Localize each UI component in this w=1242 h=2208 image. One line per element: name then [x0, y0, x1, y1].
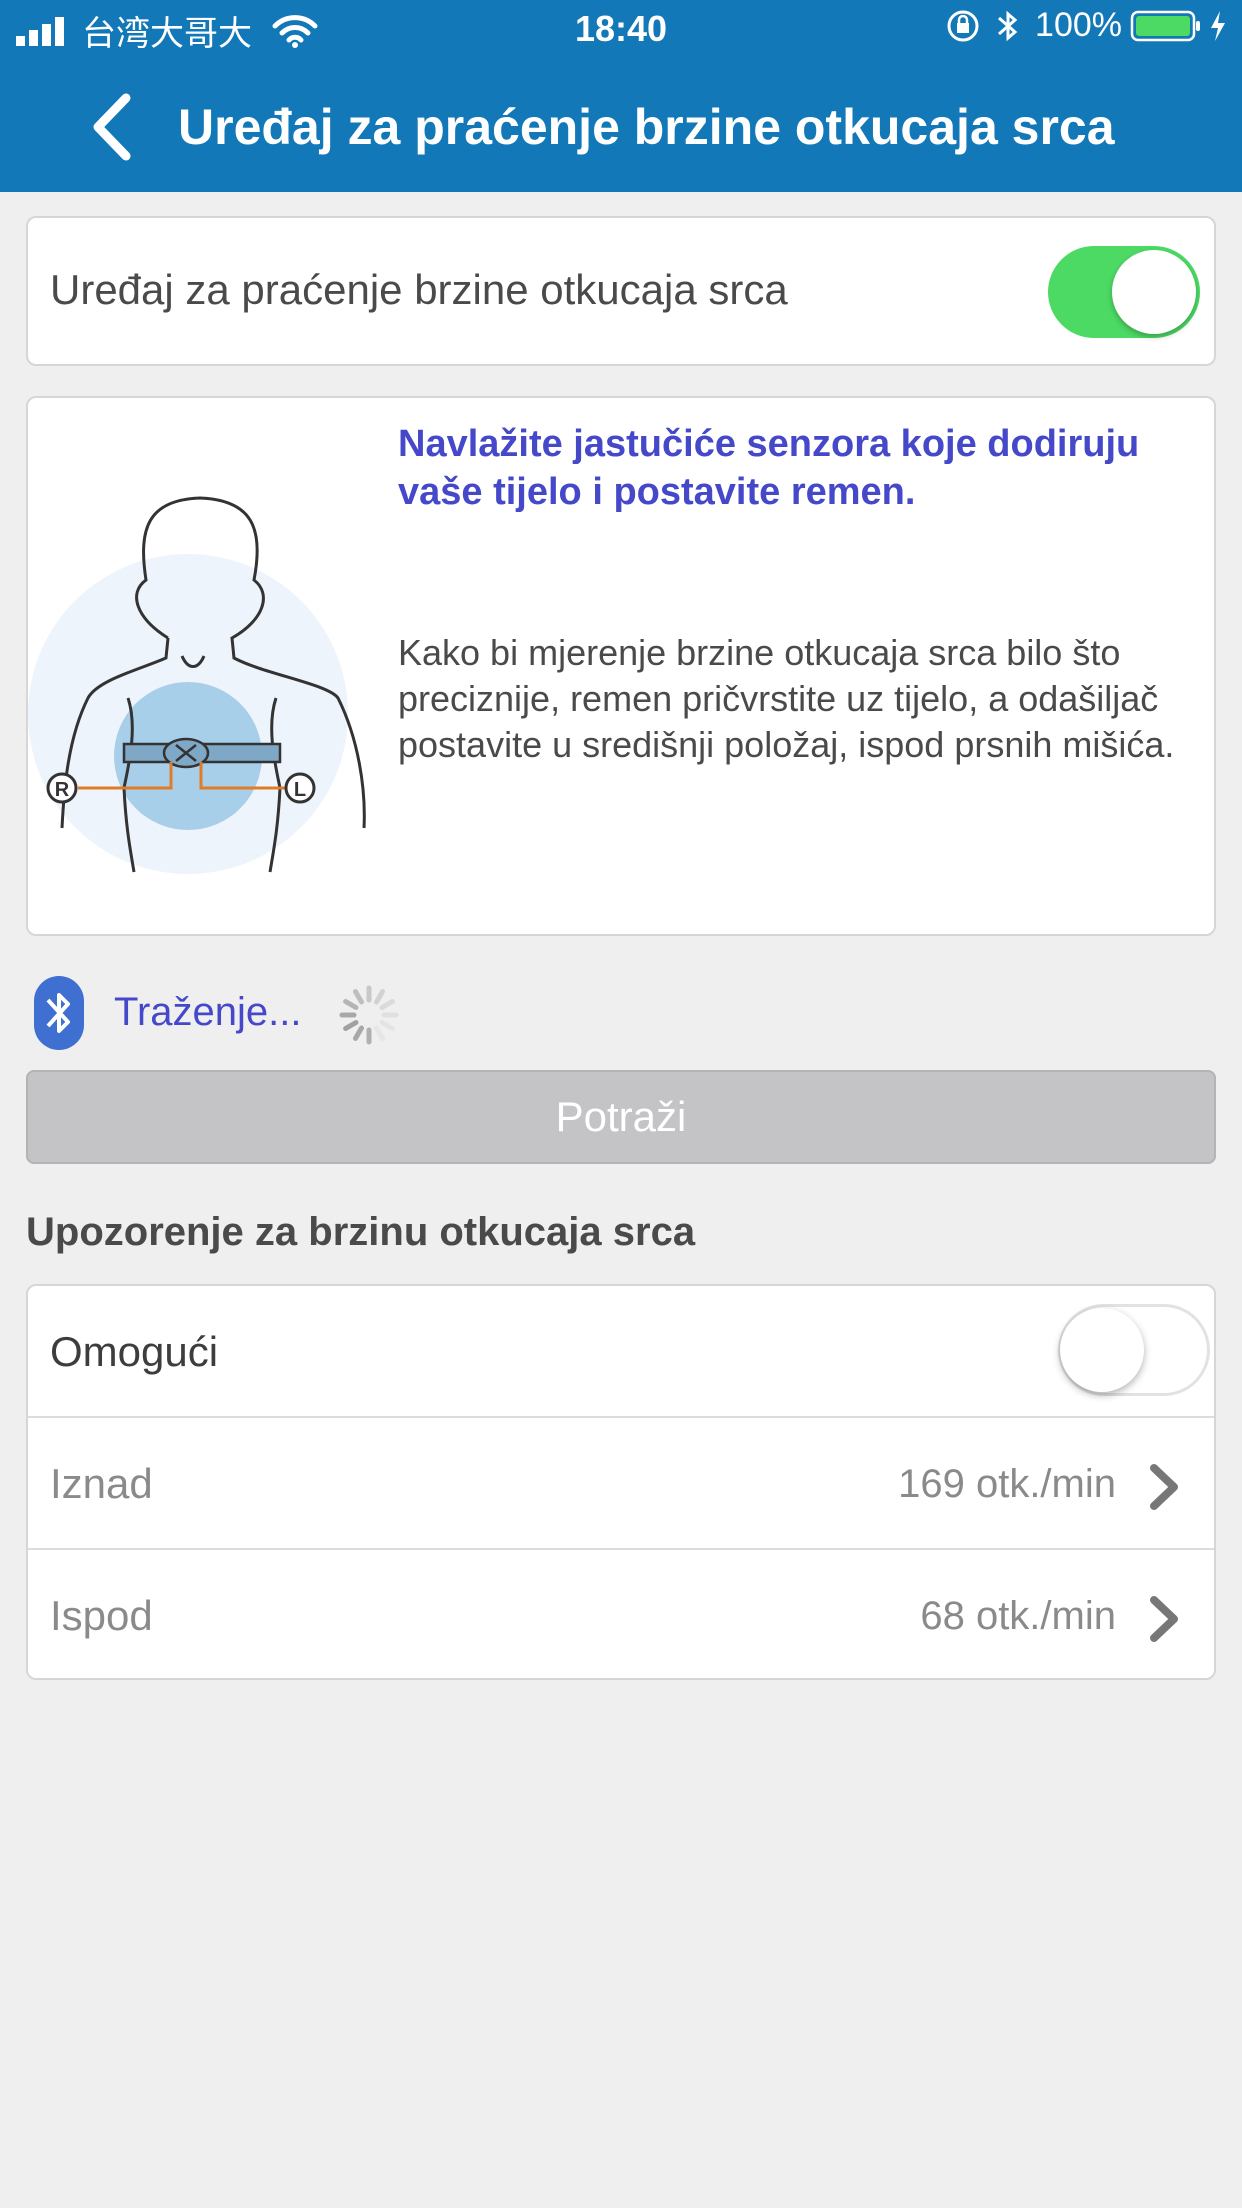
device-toggle-label: Uređaj za praćenje brzine otkucaja srca [50, 266, 788, 313]
info-body: Kako bi mjerenje brzine otkucaja srca bi… [398, 632, 1175, 765]
bluetooth-status-icon [998, 10, 1018, 41]
switch-knob [1112, 250, 1196, 334]
page-title: Uređaj za praćenje brzine otkucaja srca [178, 99, 1115, 155]
alert-above-value: 169 otk./min [898, 1462, 1116, 1506]
alert-below-row[interactable]: Ispod 68 otk./min [28, 1548, 1214, 1682]
alert-above-row[interactable]: Iznad 169 otk./min [28, 1416, 1214, 1550]
chevron-right-icon [1150, 1464, 1178, 1510]
charging-icon [1211, 10, 1225, 41]
device-toggle-card: Uređaj za praćenje brzine otkucaja srca [26, 216, 1216, 366]
diagram-label-right: R [55, 779, 70, 801]
bluetooth-icon [34, 976, 84, 1050]
chest-strap-diagram: R L [28, 496, 366, 874]
nav-bar: Uređaj za praćenje brzine otkucaja srca [0, 60, 1242, 192]
status-bar: 台湾大哥大 18:40 100% [0, 0, 1242, 60]
alert-section-title: Upozorenje za brzinu otkucaja srca [26, 1210, 696, 1254]
battery-icon [1130, 10, 1200, 41]
device-toggle-switch[interactable] [1048, 246, 1200, 338]
diagram-label-left: L [294, 779, 306, 801]
switch-knob [1060, 1308, 1144, 1392]
searching-status: Traženje... [114, 990, 302, 1034]
loading-spinner-icon [339, 985, 399, 1045]
alert-below-value: 68 otk./min [920, 1594, 1116, 1638]
info-heading: Navlažite jastučiće senzora koje dodiruj… [398, 423, 1140, 513]
enable-alert-label: Omogući [50, 1328, 219, 1375]
search-button[interactable]: Potraži [26, 1070, 1216, 1164]
back-chevron-icon[interactable] [86, 92, 146, 162]
status-right-group: 100% [945, 6, 1228, 45]
battery-percent: 100% [1035, 6, 1122, 44]
chevron-right-icon [1150, 1596, 1178, 1642]
alert-below-label: Ispod [50, 1592, 153, 1639]
alert-above-label: Iznad [50, 1460, 153, 1507]
enable-alert-row: Omogući [28, 1286, 1214, 1418]
enable-alert-switch[interactable] [1058, 1304, 1210, 1396]
rotation-lock-icon [947, 10, 979, 41]
alert-card: Omogući Iznad 169 otk./min Ispod 68 otk.… [26, 1284, 1216, 1680]
info-card: R L Navlažite jastučiće senzora koje dod… [26, 396, 1216, 936]
